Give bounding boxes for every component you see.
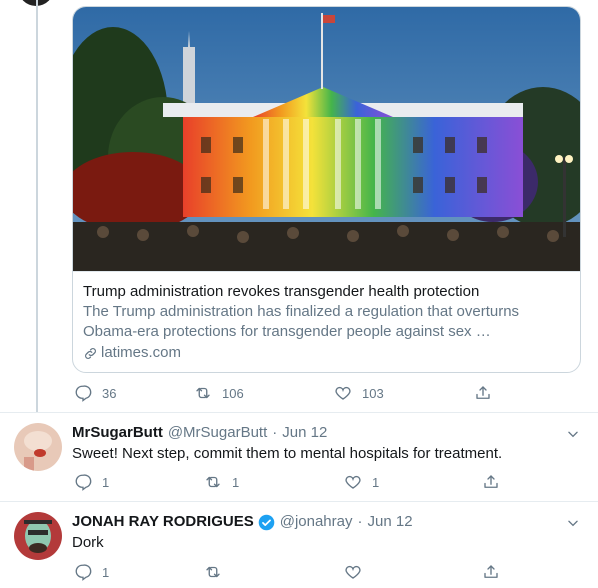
- like-button[interactable]: 1: [344, 473, 482, 491]
- heart-icon: [345, 565, 361, 579]
- reply-button[interactable]: 1: [74, 473, 204, 491]
- reply-tweet[interactable]: MrSugarButt @MrSugarButt · Jun 12 Sweet!…: [0, 413, 598, 505]
- reply-actions: 1 1 1: [74, 473, 500, 491]
- heart-icon: [335, 386, 351, 400]
- chevron-down-icon[interactable]: [566, 516, 580, 530]
- reply-icon: [75, 385, 92, 402]
- timestamp[interactable]: Jun 12: [368, 512, 413, 532]
- share-button[interactable]: [474, 384, 492, 402]
- like-button[interactable]: 103: [334, 384, 474, 402]
- avatar[interactable]: [14, 423, 62, 471]
- retweet-icon: [196, 387, 210, 399]
- retweet-count: 1: [232, 474, 240, 490]
- user-handle[interactable]: @MrSugarButt: [168, 423, 267, 443]
- reply-count: 1: [102, 564, 110, 580]
- card-domain-label: latimes.com: [101, 344, 182, 361]
- verified-badge-icon: [258, 514, 275, 530]
- separator-dot: ·: [357, 513, 363, 530]
- thread-connector-line: [36, 0, 38, 412]
- share-icon: [476, 386, 490, 399]
- like-count: 1: [372, 474, 380, 490]
- share-icon: [484, 565, 498, 578]
- retweet-icon: [206, 476, 220, 488]
- retweet-button[interactable]: 1: [204, 473, 344, 491]
- card-title: Trump administration revokes transgender…: [83, 283, 480, 300]
- card-description: The Trump administration has finalized a…: [83, 303, 520, 340]
- reply-button[interactable]: 36: [74, 384, 194, 402]
- like-count: 103: [362, 385, 384, 401]
- tweet-actions: 36 106 103: [74, 384, 492, 402]
- reply-count: 1: [102, 474, 110, 490]
- reply-tweet[interactable]: JONAH RAY RODRIGUES @jonahray · Jun 12 D…: [0, 502, 598, 588]
- share-icon: [484, 475, 498, 488]
- reply-icon: [75, 564, 92, 581]
- avatar[interactable]: [14, 512, 62, 560]
- chevron-down-icon[interactable]: [566, 427, 580, 441]
- reply-header: JONAH RAY RODRIGUES @jonahray · Jun 12: [72, 512, 413, 532]
- reply-text: Sweet! Next step, commit them to mental …: [72, 445, 503, 462]
- retweet-button[interactable]: 106: [194, 384, 334, 402]
- link-icon: [85, 347, 96, 359]
- link-preview-card[interactable]: Trump administration revokes transgender…: [72, 6, 581, 373]
- heart-icon: [345, 475, 361, 489]
- share-button[interactable]: [482, 563, 500, 581]
- share-button[interactable]: [482, 473, 500, 491]
- card-image-white-house-rainbow: [73, 7, 580, 272]
- retweet-button[interactable]: [204, 563, 344, 581]
- display-name[interactable]: MrSugarButt: [72, 423, 163, 443]
- like-button[interactable]: [344, 563, 482, 581]
- card-domain: latimes.com: [83, 342, 570, 364]
- reply-icon: [75, 474, 92, 491]
- reply-text: Dork: [72, 534, 104, 551]
- user-handle[interactable]: @jonahray: [280, 512, 353, 532]
- reply-count: 36: [102, 385, 117, 401]
- separator-dot: ·: [272, 424, 278, 441]
- reply-actions: 1: [74, 563, 500, 581]
- retweet-count: 106: [222, 385, 244, 401]
- display-name[interactable]: JONAH RAY RODRIGUES: [72, 512, 254, 532]
- reply-button[interactable]: 1: [74, 563, 204, 581]
- timestamp[interactable]: Jun 12: [282, 423, 327, 443]
- retweet-icon: [206, 566, 220, 578]
- reply-header: MrSugarButt @MrSugarButt · Jun 12: [72, 423, 327, 443]
